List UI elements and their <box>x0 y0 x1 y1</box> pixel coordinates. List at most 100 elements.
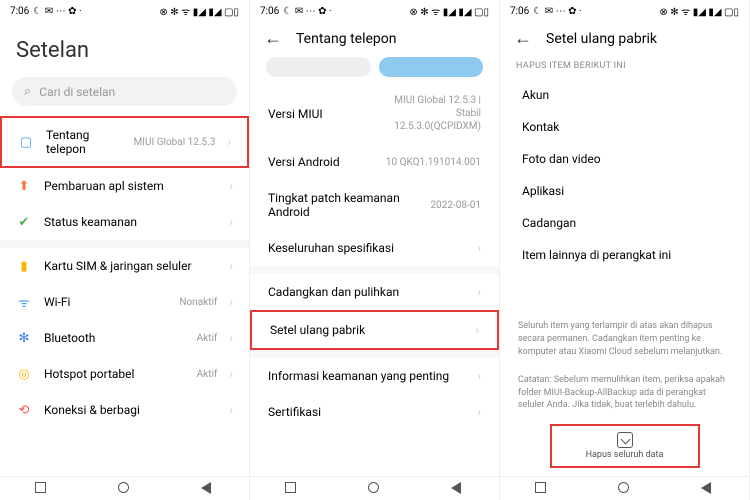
search-placeholder: Cari di setelan <box>39 85 115 99</box>
row-label: Cadangkan dan pulihkan <box>268 285 467 299</box>
chevron-right-icon: › <box>477 285 481 299</box>
row-icon: ⬆ <box>16 178 32 194</box>
row-icon: ✔ <box>16 214 32 230</box>
settings-row[interactable]: ▮ Kartu SIM & jaringan seluler › <box>0 248 249 284</box>
row-value: Nonaktif <box>179 297 217 308</box>
status-bar: 7:06 ☾ ✉ ⋯ ✿ · ⊗ ✻ ᯤ ▮◢ ▮◢ ▢▯ <box>0 0 249 20</box>
status-bar: 7:06 ☾ ✉ ⋯ ✿ · ⊗ ✻ ᯤ ▮◢ ▮◢ ▢▯ <box>500 0 749 20</box>
about-row[interactable]: Informasi keamanan yang penting › <box>250 358 499 394</box>
about-row[interactable]: Sertifikasi › <box>250 394 499 430</box>
chevron-right-icon: › <box>229 179 233 193</box>
status-right-icons: ⊗ ✻ ᯤ ▮◢ ▮◢ ▢▯ <box>659 4 739 18</box>
section-header: HAPUS ITEM BERIKUT INI <box>500 57 749 79</box>
erase-list: AkunKontakFoto dan videoAplikasiCadangan… <box>500 79 749 312</box>
row-label: Versi Android <box>268 155 376 169</box>
about-row[interactable]: Cadangkan dan pulihkan › <box>250 274 499 310</box>
row-label: Bluetooth <box>44 331 185 345</box>
recents-button[interactable] <box>285 482 299 496</box>
settings-row[interactable]: ▢ Tentang telepon MIUI Global 12.5.3 › <box>0 116 249 168</box>
row-icon: ⟲ <box>16 402 32 418</box>
settings-row[interactable]: ⟲ Koneksi & berbagi › <box>0 392 249 428</box>
chevron-right-icon: › <box>229 295 233 309</box>
back-button[interactable] <box>701 482 715 496</box>
chevron-right-icon: › <box>229 331 233 345</box>
about-row[interactable]: Setel ulang pabrik › <box>250 310 499 350</box>
row-label: Koneksi & berbagi <box>44 403 217 417</box>
chevron-right-icon: › <box>477 405 481 419</box>
row-value: Aktif <box>197 369 218 380</box>
card-left[interactable] <box>266 57 371 77</box>
back-icon[interactable]: ← <box>514 28 532 49</box>
about-row[interactable]: Keseluruhan spesifikasi › <box>250 230 499 266</box>
chevron-right-icon: › <box>229 403 233 417</box>
row-icon: ✻ <box>16 330 32 346</box>
row-label: Status keamanan <box>44 215 217 229</box>
status-bar: 7:06☾ ✉ ⋯ ✿ · ⊗ ✻ ᯤ ▮◢ ▮◢ ▢▯ <box>250 0 499 20</box>
status-left-icons: ☾ ✉ ⋯ ✿ · <box>33 6 81 17</box>
warning-note: Seluruh item yang terlampir di atas akan… <box>500 312 749 366</box>
recents-button[interactable] <box>35 482 49 496</box>
row-label: Informasi keamanan yang penting <box>268 369 467 383</box>
row-label: Tingkat patch keamanan Android <box>268 191 421 219</box>
chevron-right-icon: › <box>477 241 481 255</box>
page-title: Setelan <box>0 20 249 73</box>
settings-row[interactable]: ⬆ Pembaruan apl sistem › <box>0 168 249 204</box>
status-right-icons: ⊗ ✻ ᯤ ▮◢ ▮◢ ▢▯ <box>409 4 489 18</box>
settings-list: ▢ Tentang telepon MIUI Global 12.5.3 ›⬆ … <box>0 116 249 476</box>
erase-item: Cadangan <box>500 207 749 239</box>
row-value: MIUI Global 12.5.3 | Stabil12.5.3.0(QCPI… <box>371 94 481 133</box>
header: ← Tentang telepon <box>250 20 499 57</box>
row-value: Aktif <box>197 333 218 344</box>
home-button[interactable] <box>368 482 382 496</box>
erase-item: Aplikasi <box>500 175 749 207</box>
erase-all-button[interactable]: Hapus seluruh data <box>550 424 700 468</box>
about-row[interactable]: Tingkat patch keamanan Android 2022-08-0… <box>250 180 499 230</box>
row-label: Sertifikasi <box>268 405 467 419</box>
about-row[interactable]: Versi Android 10 QKQ1.191014.001 <box>250 144 499 180</box>
status-right-icons: ⊗ ✻ ᯤ ▮◢ ▮◢ ▢▯ <box>159 4 239 18</box>
erase-item: Foto dan video <box>500 143 749 175</box>
search-icon: ⌕ <box>24 84 31 99</box>
status-left-icons: ☾ ✉ ⋯ ✿ · <box>533 6 581 17</box>
row-label: Wi-Fi <box>44 295 167 309</box>
row-icon: ◎ <box>16 366 32 382</box>
android-navbar <box>500 476 749 500</box>
back-button[interactable] <box>451 482 465 496</box>
recents-button[interactable] <box>535 482 549 496</box>
settings-row[interactable]: ᯤ Wi-Fi Nonaktif › <box>0 284 249 320</box>
status-time: 7:06 <box>10 6 29 17</box>
erase-item: Item lainnya di perangkat ini <box>500 239 749 271</box>
search-input[interactable]: ⌕ Cari di setelan <box>12 77 237 106</box>
row-label: Pembaruan apl sistem <box>44 179 217 193</box>
header: ← Setel ulang pabrik <box>500 20 749 57</box>
factory-reset-screen: 7:06 ☾ ✉ ⋯ ✿ · ⊗ ✻ ᯤ ▮◢ ▮◢ ▢▯ ← Setel ula… <box>500 0 750 500</box>
row-icon: ᯤ <box>16 294 32 310</box>
about-row[interactable]: Versi MIUI MIUI Global 12.5.3 | Stabil12… <box>250 83 499 144</box>
status-time: 7:06 <box>510 6 529 17</box>
erase-icon <box>617 432 633 448</box>
chevron-right-icon: › <box>227 135 231 149</box>
about-phone-screen: 7:06☾ ✉ ⋯ ✿ · ⊗ ✻ ᯤ ▮◢ ▮◢ ▢▯ ← Tentang t… <box>250 0 500 500</box>
row-value: 2022-08-01 <box>431 199 482 212</box>
settings-row[interactable]: ✻ Bluetooth Aktif › <box>0 320 249 356</box>
row-label: Keseluruhan spesifikasi <box>268 241 467 255</box>
row-label: Tentang telepon <box>46 128 122 156</box>
back-button[interactable] <box>201 482 215 496</box>
erase-item: Kontak <box>500 111 749 143</box>
chevron-right-icon: › <box>475 323 479 337</box>
row-icon: ▮ <box>16 258 32 274</box>
segmented-cards <box>250 57 499 83</box>
android-navbar <box>250 476 499 500</box>
chevron-right-icon: › <box>477 369 481 383</box>
back-icon[interactable]: ← <box>264 28 282 49</box>
settings-row[interactable]: ✔ Status keamanan › <box>0 204 249 240</box>
header-title: Tentang telepon <box>296 31 397 47</box>
home-button[interactable] <box>118 482 132 496</box>
card-right[interactable] <box>379 57 484 77</box>
chevron-right-icon: › <box>229 215 233 229</box>
erase-label: Hapus seluruh data <box>586 450 664 460</box>
home-button[interactable] <box>618 482 632 496</box>
android-navbar <box>0 476 249 500</box>
settings-row[interactable]: ◎ Hotspot portabel Aktif › <box>0 356 249 392</box>
settings-screen: 7:06 ☾ ✉ ⋯ ✿ · ⊗ ✻ ᯤ ▮◢ ▮◢ ▢▯ Setelan ⌕ C… <box>0 0 250 500</box>
